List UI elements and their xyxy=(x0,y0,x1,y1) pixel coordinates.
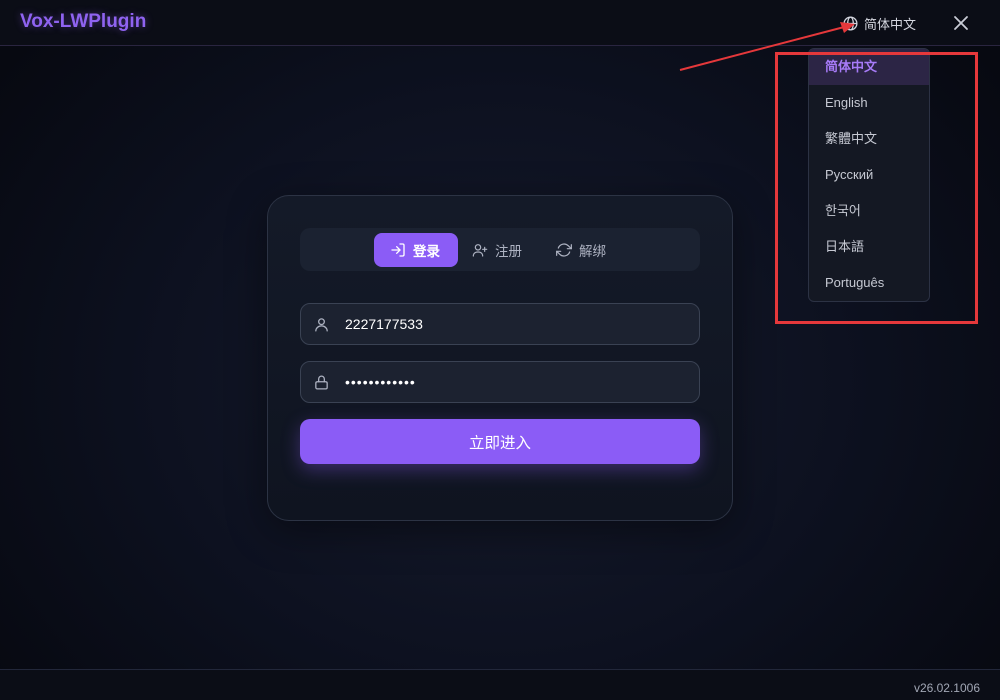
language-option-zh-cn[interactable]: 简体中文 xyxy=(809,49,929,85)
auth-tabs: 登录 注册 解绑 xyxy=(300,228,700,271)
language-option-zh-tw[interactable]: 繁體中文 xyxy=(809,121,929,157)
tab-register[interactable]: 注册 xyxy=(472,233,522,267)
language-option-ja[interactable]: 日本語 xyxy=(809,229,929,265)
password-input[interactable] xyxy=(345,362,685,402)
user-icon xyxy=(315,318,328,332)
language-option-pt[interactable]: Português xyxy=(809,265,929,301)
language-selector-label: 简体中文 xyxy=(864,17,917,33)
app-title: Vox-LWPlugin xyxy=(20,11,147,32)
username-input[interactable] xyxy=(345,304,685,344)
tab-login-label: 登录 xyxy=(413,244,440,260)
tab-login[interactable]: 登录 xyxy=(374,233,458,267)
username-field xyxy=(300,303,700,345)
language-selector-button[interactable]: 简体中文 xyxy=(842,13,916,33)
close-icon[interactable] xyxy=(952,14,970,32)
language-dropdown: 简体中文 English 繁體中文 Русский 한국어 日本語 Portug… xyxy=(808,48,930,302)
language-option-en[interactable]: English xyxy=(809,85,929,121)
login-icon xyxy=(391,243,405,257)
password-field xyxy=(300,361,700,403)
language-option-ru[interactable]: Русский xyxy=(809,157,929,193)
tab-unbind-label: 解绑 xyxy=(579,244,606,260)
user-plus-icon xyxy=(472,244,488,257)
title-bar: Vox-LWPlugin 简体中文 xyxy=(0,0,1000,46)
refresh-icon xyxy=(556,243,572,257)
version-label: v26.02.1006 xyxy=(913,681,980,695)
submit-button[interactable]: 立即进入 xyxy=(300,419,700,464)
login-card: 登录 注册 解绑 2227177533 •••••••••••• 立即进入 xyxy=(267,195,733,521)
tab-register-label: 注册 xyxy=(495,244,522,260)
status-bar: v26.02.1006 xyxy=(0,669,1000,700)
lock-icon xyxy=(315,375,328,390)
language-option-ko[interactable]: 한국어 xyxy=(809,193,929,229)
globe-icon xyxy=(843,15,858,31)
tab-unbind[interactable]: 解绑 xyxy=(556,233,606,267)
